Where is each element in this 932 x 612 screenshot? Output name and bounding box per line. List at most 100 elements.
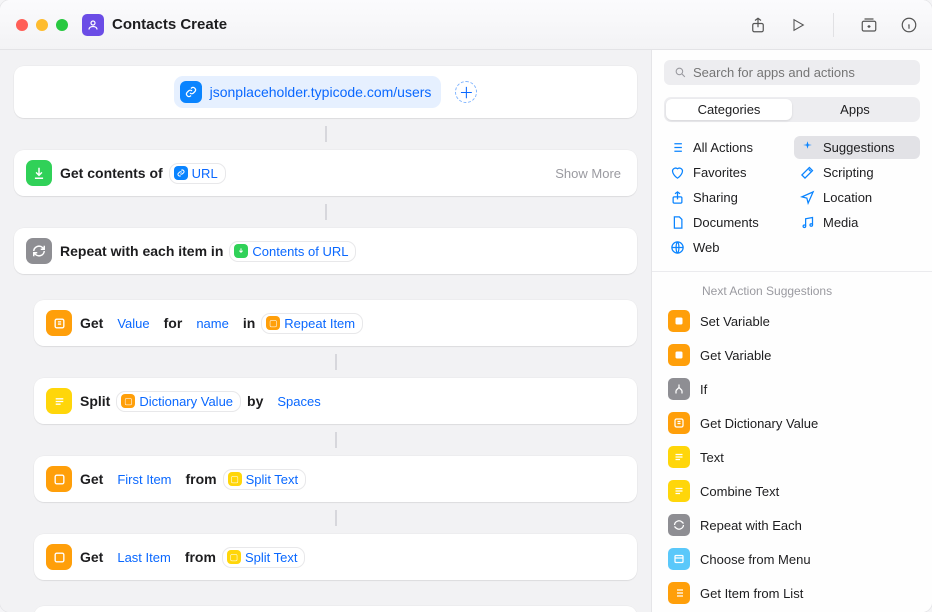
cat-location[interactable]: Location	[794, 186, 920, 209]
cat-documents[interactable]: Documents	[664, 211, 790, 234]
connector-line	[335, 354, 337, 370]
location-icon	[800, 190, 815, 205]
suggestion-item[interactable]: Text	[652, 440, 932, 474]
suggestion-label: Choose from Menu	[700, 552, 811, 567]
categories-grid: All Actions Suggestions Favorites	[652, 132, 932, 272]
wand-icon	[800, 165, 815, 180]
segmented-control[interactable]: Categories Apps	[664, 97, 920, 122]
suggestion-item[interactable]: Combine Text	[652, 474, 932, 508]
get-dict-name-action[interactable]: Get Value for name in ▢ Repeat Item	[34, 300, 637, 346]
dictionary-icon	[46, 310, 72, 336]
cat-scripting[interactable]: Scripting	[794, 161, 920, 184]
suggestion-item[interactable]: Choose from Menu	[652, 542, 932, 576]
close-button[interactable]	[16, 19, 28, 31]
info-button[interactable]	[898, 14, 920, 36]
search-input[interactable]	[693, 65, 910, 80]
seg-apps[interactable]: Apps	[792, 99, 918, 120]
sparkle-icon	[800, 140, 815, 155]
search-field[interactable]	[664, 60, 920, 85]
url-action[interactable]: jsonplaceholder.typicode.com/users ＋	[14, 66, 637, 118]
repeat-icon	[26, 238, 52, 264]
suggestion-label: Get Variable	[700, 348, 771, 363]
music-icon	[800, 215, 815, 230]
list-icon	[46, 544, 72, 570]
text-icon	[668, 480, 690, 502]
app-icon	[82, 14, 104, 36]
link-icon	[180, 81, 202, 103]
cat-all-actions[interactable]: All Actions	[664, 136, 790, 159]
var-chip-icon: ▢	[266, 316, 280, 330]
heart-icon	[670, 165, 685, 180]
list-icon	[668, 582, 690, 604]
show-more-button[interactable]: Show More	[555, 166, 625, 181]
add-url-button[interactable]: ＋	[455, 81, 477, 103]
connector-line	[335, 432, 337, 448]
url-token[interactable]: URL	[169, 163, 226, 184]
share-icon	[670, 190, 685, 205]
get-dict-phone-action[interactable]: Get Value for phone in ▢ Repeat Item	[34, 606, 637, 612]
suggestion-label: Repeat with Each	[700, 518, 802, 533]
list-icon	[46, 466, 72, 492]
globe-icon	[670, 240, 685, 255]
actions-sidebar: Categories Apps All Actions Suggestions	[652, 50, 932, 612]
seg-categories[interactable]: Categories	[666, 99, 792, 120]
cat-media[interactable]: Media	[794, 211, 920, 234]
suggestion-item[interactable]: Get Dictionary Value	[652, 406, 932, 440]
url-text[interactable]: jsonplaceholder.typicode.com/users	[210, 84, 432, 100]
text-icon	[46, 388, 72, 414]
dict-chip-icon: ▢	[121, 394, 135, 408]
cat-suggestions[interactable]: Suggestions	[794, 136, 920, 159]
suggestion-item[interactable]: Repeat with Each	[652, 508, 932, 542]
share-button[interactable]	[747, 14, 769, 36]
toolbar-separator	[833, 13, 834, 37]
page-title: Contacts Create	[112, 16, 227, 33]
suggestion-item[interactable]: Get Variable	[652, 338, 932, 372]
app-window: Contacts Create	[0, 0, 932, 612]
text-chip-icon: ▢	[228, 472, 242, 486]
document-icon	[670, 215, 685, 230]
if-icon	[668, 378, 690, 400]
suggestion-label: Combine Text	[700, 484, 779, 499]
suggestion-label: Text	[700, 450, 724, 465]
titlebar: Contacts Create	[0, 0, 932, 50]
suggestion-label: Set Variable	[700, 314, 770, 329]
cat-favorites[interactable]: Favorites	[664, 161, 790, 184]
split-text-token[interactable]: ▢ Split Text	[222, 547, 306, 568]
suggestion-label: Get Item from List	[700, 586, 803, 601]
maximize-button[interactable]	[56, 19, 68, 31]
dict-value-token[interactable]: ▢ Dictionary Value	[116, 391, 241, 412]
main-area: jsonplaceholder.typicode.com/users ＋ Get…	[0, 50, 932, 612]
dict-icon	[668, 412, 690, 434]
download-icon	[26, 160, 52, 186]
cat-web[interactable]: Web	[664, 236, 790, 259]
text-icon	[668, 446, 690, 468]
suggestion-item[interactable]: Set Variable	[652, 304, 932, 338]
connector-line	[325, 126, 327, 142]
list-icon	[670, 140, 685, 155]
connector-line	[335, 510, 337, 526]
link-chip-icon	[174, 166, 188, 180]
split-text-token[interactable]: ▢ Split Text	[223, 469, 307, 490]
run-button[interactable]	[787, 14, 809, 36]
traffic-lights	[16, 19, 68, 31]
repeat-action[interactable]: Repeat with each item in Contents of URL	[14, 228, 637, 274]
get-first-item-action[interactable]: Get First Item from ▢ Split Text	[34, 456, 637, 502]
suggestion-item[interactable]: Get Item from List	[652, 576, 932, 610]
get-last-item-action[interactable]: Get Last Item from ▢ Split Text	[34, 534, 637, 580]
library-button[interactable]	[858, 14, 880, 36]
get-contents-action[interactable]: Get contents of URL Show More	[14, 150, 637, 196]
suggestions-header: Next Action Suggestions	[652, 272, 932, 304]
connector-line	[325, 204, 327, 220]
repeat-icon	[668, 514, 690, 536]
cat-sharing[interactable]: Sharing	[664, 186, 790, 209]
suggestion-label: If	[700, 382, 707, 397]
suggestion-label: Get Dictionary Value	[700, 416, 818, 431]
workflow-editor[interactable]: jsonplaceholder.typicode.com/users ＋ Get…	[0, 50, 652, 612]
split-text-action[interactable]: Split ▢ Dictionary Value by Spaces	[34, 378, 637, 424]
minimize-button[interactable]	[36, 19, 48, 31]
suggestions-list: Set Variable Get Variable If Get Dictionary…	[652, 304, 932, 612]
var-icon	[668, 310, 690, 332]
suggestion-item[interactable]: If	[652, 372, 932, 406]
repeat-item-token[interactable]: ▢ Repeat Item	[261, 313, 363, 334]
contents-token[interactable]: Contents of URL	[229, 241, 356, 262]
